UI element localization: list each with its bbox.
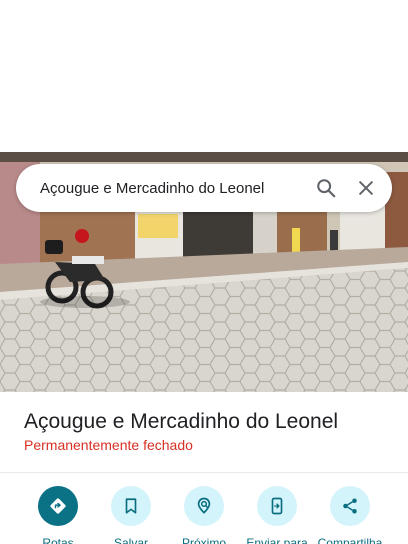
search-input[interactable]: Açougue e Mercadinho do Leonel [40,180,306,197]
save-button[interactable]: Salvar [93,486,169,544]
directions-label: Rotas [42,536,74,544]
share-icon [330,486,370,526]
send-to-phone-label: Enviar para [246,536,308,544]
search-icon [317,179,336,198]
close-icon [359,181,373,195]
nearby-label: Próximo [181,536,226,544]
bookmark-icon [111,486,151,526]
place-screen: Açougue e Mercadinho do Leonel Açougue e… [0,0,408,544]
nearby-icon [184,486,224,526]
divider [0,472,408,473]
search-bar[interactable]: Açougue e Mercadinho do Leonel [16,164,392,212]
action-bar: Rotas Salvar Próximo Enviar para Compart… [0,486,408,544]
share-label: Compartilha [317,536,383,544]
search-button[interactable] [306,168,346,208]
nearby-button[interactable]: Próximo [166,486,242,544]
save-label: Salvar [113,536,148,544]
directions-icon [38,486,78,526]
share-button[interactable]: Compartilha [312,486,388,544]
clear-search-button[interactable] [346,168,386,208]
send-to-phone-icon [257,486,297,526]
directions-button[interactable]: Rotas [20,486,96,544]
place-title: Açougue e Mercadinho do Leonel [24,410,339,433]
place-status: Permanentemente fechado [24,437,193,453]
send-to-phone-button[interactable]: Enviar para [239,486,315,544]
